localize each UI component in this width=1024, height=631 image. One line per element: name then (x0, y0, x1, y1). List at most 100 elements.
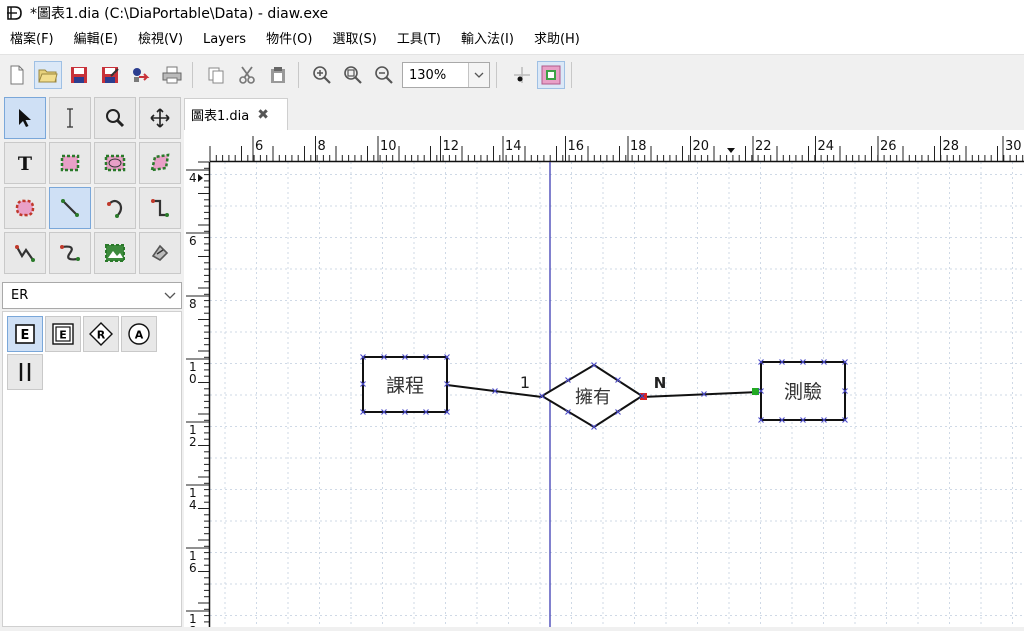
weak-entity-shape-icon[interactable]: E (45, 316, 81, 352)
entity-shape-icon[interactable]: E (7, 316, 43, 352)
outline-tool-icon[interactable] (139, 232, 181, 274)
top-ruler-label: 6 (255, 139, 263, 154)
top-ruler-label: 22 (755, 139, 772, 154)
close-icon[interactable]: ✖ (257, 107, 269, 123)
text-edit-tool-icon[interactable] (49, 97, 91, 139)
scroll-tool-icon[interactable] (139, 97, 181, 139)
left-ruler-label: 4 (189, 171, 197, 185)
cut-icon[interactable] (233, 61, 261, 89)
menu-item-3[interactable]: Layers (193, 26, 256, 54)
top-ruler-label: 12 (443, 139, 460, 154)
menu-item-5[interactable]: 選取(S) (322, 26, 386, 54)
magnify-tool-icon[interactable] (94, 97, 136, 139)
menu-item-7[interactable]: 輸入法(I) (451, 26, 524, 54)
print-icon[interactable] (158, 61, 186, 89)
ellipse-tool-icon[interactable] (94, 142, 136, 184)
sheet-selector[interactable]: ER (2, 282, 182, 309)
top-ruler-label: 26 (880, 139, 897, 154)
top-ruler (184, 130, 1024, 162)
bezier-line-tool-icon[interactable] (49, 232, 91, 274)
svg-text:R: R (97, 329, 106, 342)
text-tool-icon[interactable]: T (4, 142, 46, 184)
top-ruler-label: 20 (693, 139, 710, 154)
svg-text:T: T (18, 153, 32, 175)
menu-item-8[interactable]: 求助(H) (524, 26, 590, 54)
left-ruler-label: 14 (189, 486, 197, 512)
left-ruler-label: 10 (189, 360, 197, 386)
top-ruler-label: 30 (1005, 139, 1022, 154)
paste-icon[interactable] (264, 61, 292, 89)
new-file-icon[interactable] (3, 61, 31, 89)
chevron-down-icon[interactable] (159, 283, 181, 308)
toolbar-separator (192, 62, 193, 88)
polyline-tool-icon[interactable] (4, 232, 46, 274)
top-ruler-label: 8 (318, 139, 326, 154)
top-ruler-label: 18 (630, 139, 647, 154)
copy-icon[interactable] (202, 61, 230, 89)
top-ruler-label: 16 (568, 139, 585, 154)
entity-course-label: 課程 (386, 375, 424, 397)
beziergon-tool-icon[interactable] (4, 187, 46, 229)
top-ruler-label: 24 (818, 139, 835, 154)
zoom-out-icon[interactable] (370, 61, 398, 89)
chevron-down-icon[interactable] (468, 63, 489, 87)
snap-to-object-icon[interactable] (537, 61, 565, 89)
zigzag-line-tool-icon[interactable] (139, 187, 181, 229)
document-area: 6 8 10 12 14 16 18 20 22 24 26 28 30 4 6 8 10 12 14 16 18 課… (184, 130, 1024, 631)
svg-text:E: E (21, 328, 30, 343)
canvas-svg: 6 8 10 12 14 16 18 20 22 24 26 28 30 4 6 8 10 12 14 16 18 課… (184, 130, 1024, 631)
snap-to-grid-icon[interactable] (506, 61, 534, 89)
arc-tool-icon[interactable] (94, 187, 136, 229)
left-ruler-label: 6 (189, 234, 197, 248)
toolbar-separator (571, 62, 572, 88)
line-tool-icon[interactable] (49, 187, 91, 229)
left-ruler-label: 18 (189, 612, 197, 627)
open-folder-icon[interactable] (34, 61, 62, 89)
connection-handle-green[interactable] (752, 388, 759, 395)
entity-quiz-label: 測驗 (784, 381, 822, 403)
save-as-icon[interactable] (96, 61, 124, 89)
image-tool-icon[interactable] (94, 232, 136, 274)
entity-course[interactable]: 課程 (362, 356, 448, 413)
main-toolbar: 130% (0, 55, 1024, 95)
tab-label: 圖表1.dia (191, 109, 250, 124)
zoom-value: 130% (409, 67, 447, 83)
top-ruler-label: 28 (943, 139, 960, 154)
pointer-tool-icon[interactable] (4, 97, 46, 139)
polygon-tool-icon[interactable] (139, 142, 181, 184)
attribute-shape-icon[interactable]: A (121, 316, 157, 352)
menu-bar: 檔案(F) 編輯(E) 檢視(V) Layers 物件(O) 選取(S) 工具(T) 輸入法(… (0, 26, 1024, 55)
top-ruler-label: 14 (505, 139, 522, 154)
relationship-has-label: 擁有 (575, 387, 611, 408)
entity-quiz[interactable]: 測驗 (760, 361, 846, 421)
left-ruler-label: 8 (189, 297, 197, 311)
toolbar-separator (298, 62, 299, 88)
box-tool-icon[interactable] (49, 142, 91, 184)
left-ruler-label: 16 (189, 549, 197, 575)
top-ruler-label: 10 (380, 139, 397, 154)
left-ruler-label: 12 (189, 423, 197, 449)
menu-item-1[interactable]: 編輯(E) (64, 26, 128, 54)
relationship-shape-icon[interactable]: R (83, 316, 119, 352)
zoom-fit-icon[interactable] (339, 61, 367, 89)
export-icon[interactable] (127, 61, 155, 89)
window-title: *圖表1.dia (C:\DiaPortable\Data) - diaw.ex… (30, 6, 329, 22)
cardinality-many: N (654, 374, 667, 392)
menu-item-0[interactable]: 檔案(F) (0, 26, 64, 54)
zoom-in-icon[interactable] (308, 61, 336, 89)
menu-item-6[interactable]: 工具(T) (387, 26, 451, 54)
zoom-combobox[interactable]: 130% (402, 62, 490, 88)
menu-item-4[interactable]: 物件(O) (256, 26, 322, 54)
dia-app-icon (7, 6, 22, 20)
participation-shape-icon[interactable] (7, 354, 43, 390)
svg-text:E: E (59, 329, 67, 342)
title-bar: *圖表1.dia (C:\DiaPortable\Data) - diaw.ex… (0, 0, 1024, 26)
toolbox-panel: T ER E E R A (0, 95, 184, 627)
cardinality-one: 1 (520, 373, 530, 392)
sheet-selected-label: ER (11, 288, 29, 303)
svg-text:A: A (135, 329, 144, 342)
menu-item-2[interactable]: 檢視(V) (128, 26, 193, 54)
tab-diagram[interactable]: 圖表1.dia ✖ (184, 98, 288, 130)
toolbar-separator (496, 62, 497, 88)
save-icon[interactable] (65, 61, 93, 89)
